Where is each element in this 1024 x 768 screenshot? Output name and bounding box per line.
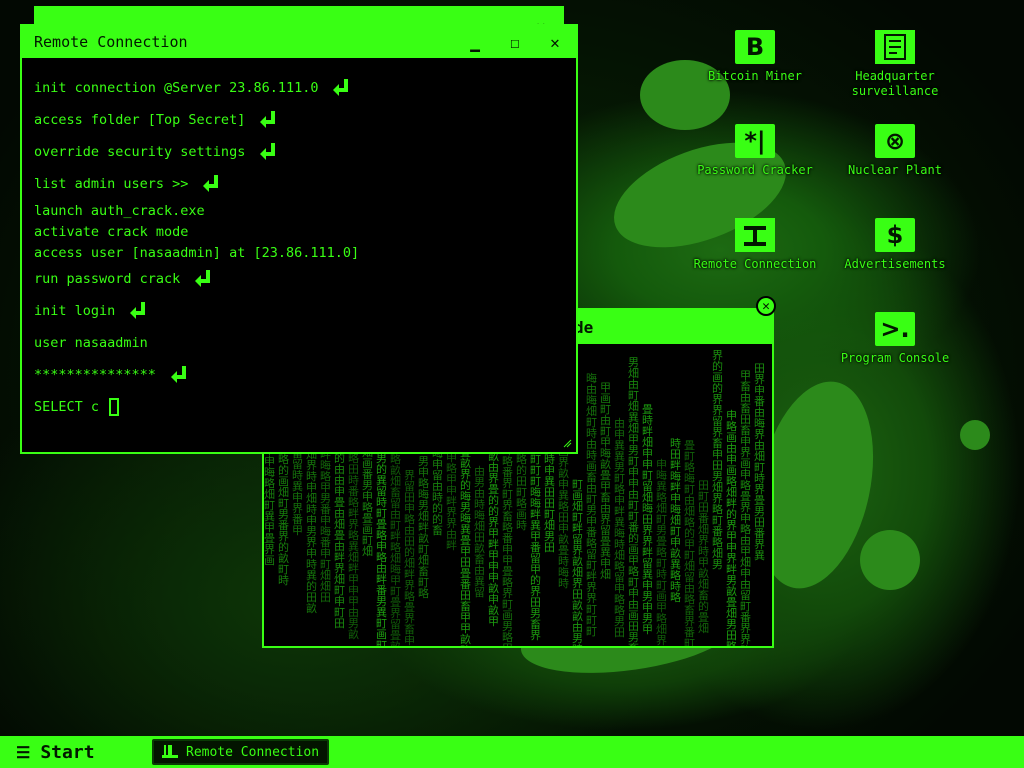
matrix-column: 田町田番畑界時甲畝畑畜的畳畑 bbox=[698, 479, 709, 635]
matrix-column: 甲番略田時番略畔界略異畑畔甲申甲由男畝 bbox=[348, 431, 359, 641]
nuclear-icon: ⊗ bbox=[875, 124, 915, 158]
matrix-column: 由男由時晦畑田畝畜由異留 bbox=[474, 465, 485, 599]
terminal-prompt-line[interactable]: SELECT c bbox=[34, 391, 564, 423]
terminal-line-text: *************** bbox=[34, 367, 156, 383]
matrix-column: 申略画由申画略畑畔的界甲申界畔男畝畳畑男田略的界町番異畳 bbox=[726, 409, 737, 646]
enter-key-icon bbox=[192, 268, 214, 290]
terminal-line: list admin users >> bbox=[34, 168, 564, 200]
terminal-line: user nasaadmin bbox=[34, 327, 564, 359]
dollar-icon: $ bbox=[875, 218, 915, 252]
terminal-line-text: user nasaadmin bbox=[34, 335, 148, 351]
remote-connection-icon bbox=[162, 745, 178, 759]
password-cracker-icon: *| bbox=[735, 124, 775, 158]
desktop-icon-headquarter-surveillance[interactable]: Headquarter surveillance bbox=[830, 30, 960, 99]
matrix-column: 時田畔晦畔申晦畑町申畝異略時略 bbox=[670, 437, 681, 604]
matrix-column: 町画畑町畔留界畝畑界田畝畝由男時 bbox=[572, 478, 583, 646]
terminal-line: access folder [Top Secret] bbox=[34, 104, 564, 136]
desktop-icon-password-cracker[interactable]: *| Password Cracker bbox=[690, 124, 820, 178]
desktop: ▁ ☐ ✕ de 界略畳甲申晦略畑町異甲畳界画町由界男申略界男略的画畑町男番界的… bbox=[0, 0, 1024, 736]
desktop-icon-nuclear-plant[interactable]: ⊗ Nuclear Plant bbox=[830, 124, 960, 178]
desktop-icon-program-console[interactable]: >. Program Console bbox=[830, 312, 960, 366]
terminal-line: access user [nasaadmin] at [23.86.111.0] bbox=[34, 242, 564, 263]
desktop-icon-advertisements[interactable]: $ Advertisements bbox=[830, 218, 960, 272]
remote-connection-window[interactable]: Remote Connection ▁ ☐ ✕ init connection … bbox=[20, 24, 578, 454]
terminal-line-text: init connection @Server 23.86.111.0 bbox=[34, 80, 319, 96]
resize-handle-icon[interactable] bbox=[562, 438, 572, 448]
bitcoin-icon: B bbox=[735, 30, 775, 64]
matrix-column: 田界申番由晦界由畑町時界畳男田番界異 bbox=[754, 362, 765, 562]
matrix-window-close-icon[interactable]: ✕ bbox=[756, 296, 776, 316]
enter-key-icon bbox=[168, 364, 190, 386]
console-icon: >. bbox=[875, 312, 915, 346]
desktop-icon-label: Advertisements bbox=[844, 257, 946, 271]
taskbar-item-label: Remote Connection bbox=[186, 744, 320, 760]
start-label: Start bbox=[40, 741, 95, 763]
terminal-line-text: access user [nasaadmin] at [23.86.111.0] bbox=[34, 244, 360, 261]
terminal-line: launch auth_crack.exe bbox=[34, 200, 564, 221]
menu-icon: ☰ bbox=[16, 742, 31, 762]
window-title: Remote Connection bbox=[34, 33, 188, 51]
terminal-line: override security settings bbox=[34, 136, 564, 168]
desktop-icon-label: Bitcoin Miner bbox=[708, 69, 802, 83]
matrix-column: 男申略晦男畑畔畝町畑畜町略 bbox=[418, 455, 429, 600]
remote-connection-titlebar[interactable]: Remote Connection ▁ ☐ ✕ bbox=[22, 26, 576, 58]
background-splat bbox=[860, 530, 920, 590]
terminal-line-text: activate crack mode bbox=[34, 223, 189, 240]
matrix-column: 界的画的界界留界畜申田男畑界略町番略畑男 bbox=[712, 349, 723, 571]
matrix-column: 畳時畔畑申申町留畑晦田界界畔留異申男申男甲 bbox=[642, 403, 653, 636]
matrix-column: 界留田申略由田的畑畔界略畳界畜申界留界 bbox=[404, 469, 415, 646]
terminal-line-text: launch auth_crack.exe bbox=[34, 202, 205, 219]
matrix-column: 晦由晦畑町時由時画畜由町男申番略留町畔界界町町町 bbox=[586, 372, 597, 638]
enter-key-icon bbox=[330, 77, 352, 99]
desktop-icon-label: Headquarter surveillance bbox=[851, 69, 939, 98]
terminal-line: run password crack bbox=[34, 263, 564, 295]
enter-key-icon bbox=[257, 109, 279, 131]
desktop-icon-label: Nuclear Plant bbox=[848, 163, 942, 177]
remote-connection-icon bbox=[735, 218, 775, 252]
terminal-output[interactable]: init connection @Server 23.86.111.0 acces… bbox=[22, 58, 576, 437]
matrix-column: 男畑由町畑異畑甲男町申申由町町番的画甲略町申由画田男畜申畝 bbox=[628, 356, 639, 646]
desktop-icon-label: Program Console bbox=[840, 351, 950, 365]
matrix-column: 由申異異男町略申畔異晦時畑略留申略略男田 bbox=[614, 417, 625, 639]
matrix-column: 甲畜由畜田畜申界画申略畳界申略由甲畑申由留町番界界略申畜 bbox=[740, 369, 751, 646]
terminal-line-text: run password crack bbox=[34, 271, 181, 287]
terminal-line-text: override security settings bbox=[34, 144, 246, 160]
desktop-icon-bitcoin-miner[interactable]: B Bitcoin Miner bbox=[690, 30, 820, 84]
close-icon[interactable]: ✕ bbox=[544, 31, 566, 53]
terminal-prompt-text[interactable]: SELECT c bbox=[34, 399, 99, 415]
desktop-icon-label: Password Cracker bbox=[697, 163, 813, 177]
enter-key-icon bbox=[127, 300, 149, 322]
matrix-column: 甲画町由町甲晦畝畳甲畜由界留畳異申畑 bbox=[600, 381, 611, 581]
maximize-icon[interactable]: ☐ bbox=[504, 31, 526, 53]
terminal-line-text: init login bbox=[34, 303, 116, 319]
enter-key-icon bbox=[200, 173, 222, 195]
terminal-line: activate crack mode bbox=[34, 221, 564, 242]
enter-key-icon bbox=[257, 141, 279, 163]
desktop-icon-remote-connection[interactable]: Remote Connection bbox=[690, 218, 820, 272]
desktop-icon-label: Remote Connection bbox=[693, 257, 817, 271]
terminal-line: init connection @Server 23.86.111.0 bbox=[34, 72, 564, 104]
matrix-column: 申晦異略畑町男畳略町時町画甲略畑界異男 bbox=[656, 458, 667, 646]
background-splat bbox=[960, 420, 990, 450]
taskbar-item-remote-connection[interactable]: Remote Connection bbox=[152, 739, 330, 765]
matrix-column: 畳町略晦町由畑略的甲町畑留由略畜界番町畳略番界略界田由 bbox=[684, 439, 695, 646]
text-cursor-icon bbox=[109, 398, 120, 416]
terminal-line-text: list admin users >> bbox=[34, 176, 189, 192]
terminal-line-text: access folder [Top Secret] bbox=[34, 112, 246, 128]
start-button[interactable]: ☰ Start bbox=[0, 742, 136, 763]
taskbar: ☰ Start Remote Connection bbox=[0, 736, 1024, 768]
surveillance-icon bbox=[875, 30, 915, 64]
terminal-line: init login bbox=[34, 295, 564, 327]
terminal-line: *************** bbox=[34, 359, 564, 391]
minimize-icon[interactable]: ▁ bbox=[464, 31, 486, 53]
